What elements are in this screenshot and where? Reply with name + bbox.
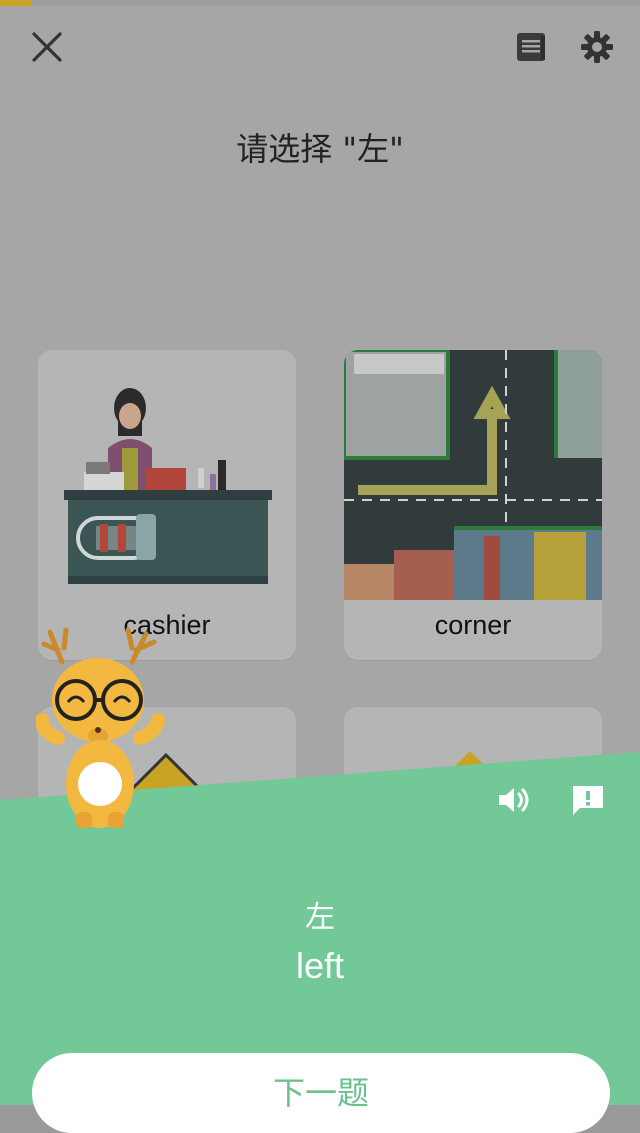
- quiz-screen: 请选择 "左" cashier corner 左 left 下一题: [0, 0, 640, 1133]
- deer-mascot: [36, 627, 165, 828]
- answer-meaning: left: [295, 945, 345, 986]
- report-button[interactable]: [566, 778, 610, 822]
- next-question-label: 下一题: [272, 1074, 369, 1112]
- answer-word: 左: [305, 900, 335, 935]
- speaker-icon: [499, 788, 529, 812]
- next-question-button[interactable]: 下一题: [32, 1053, 610, 1133]
- report-icon: [573, 786, 603, 815]
- sound-button[interactable]: [492, 778, 536, 822]
- feedback-panel-bg: [0, 752, 640, 1105]
